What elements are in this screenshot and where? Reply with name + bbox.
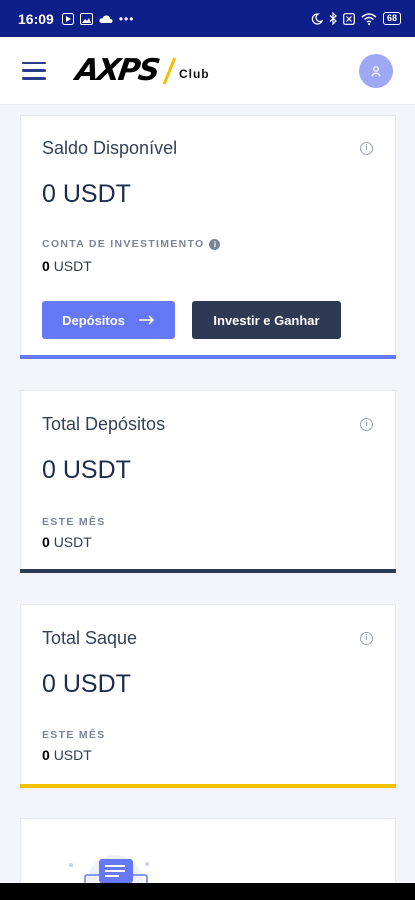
user-avatar[interactable] — [359, 53, 393, 88]
this-month-value: 0 USDT — [42, 534, 92, 550]
logo-text: AXPS — [73, 53, 161, 88]
image-icon — [79, 12, 93, 25]
balance-amount: 0 USDT — [42, 180, 131, 208]
deposits-button-label: Depósitos — [62, 312, 125, 328]
menu-icon[interactable] — [22, 61, 46, 80]
this-month-label: ESTE MÊS — [42, 516, 106, 528]
battery-icon: 68 — [382, 12, 401, 25]
withdrawals-amount: 0 USDT — [42, 670, 131, 698]
play-icon — [61, 12, 74, 25]
sublabel-text: ESTE MÊS — [42, 516, 106, 528]
investment-account-label: CONTA DE INVESTIMENTO i — [42, 238, 221, 250]
sub-value-number: 0 — [42, 258, 50, 274]
sublabel-text: CONTA DE INVESTIMENTO — [42, 238, 205, 250]
more-icon: ••• — [118, 11, 135, 26]
deposits-card: Total Depósitos i 0 USDT ESTE MÊS 0 USDT — [20, 390, 396, 573]
wifi-icon — [361, 12, 377, 25]
card-accent-bar — [20, 784, 396, 788]
card-title: Saldo Disponível — [42, 138, 178, 158]
deposits-amount: 0 USDT — [42, 456, 131, 484]
card-title: Total Saque — [42, 628, 138, 648]
system-nav-bar — [0, 883, 415, 900]
moon-icon — [311, 12, 323, 25]
deposits-button[interactable]: Depósitos — [42, 301, 175, 339]
no-sim-icon — [343, 12, 355, 25]
info-icon[interactable]: i — [360, 142, 373, 155]
invest-button-label: Investir e Ganhar — [213, 312, 320, 328]
logo-club: Club — [178, 66, 210, 81]
card-title: Total Depósitos — [42, 414, 166, 434]
info-icon[interactable]: i — [360, 632, 373, 645]
bluetooth-icon — [329, 12, 337, 25]
card-accent-bar — [20, 569, 396, 573]
sub-value-unit: USDT — [53, 258, 92, 274]
this-month-value: 0 USDT — [42, 747, 92, 763]
withdrawals-card: Total Saque i 0 USDT ESTE MÊS 0 USDT — [20, 604, 396, 788]
this-month-label: ESTE MÊS — [42, 729, 106, 741]
sub-value-unit: USDT — [53, 747, 92, 763]
logo-slash — [162, 56, 177, 85]
document-illustration-icon — [69, 855, 149, 885]
balance-card: Saldo Disponível i 0 USDT CONTA DE INVES… — [20, 115, 396, 359]
sub-value-number: 0 — [42, 747, 50, 763]
status-time: 16:09 — [18, 10, 54, 27]
brand-logo[interactable]: AXPS Club — [73, 53, 210, 88]
app-header: AXPS Club — [0, 37, 415, 105]
sub-value-unit: USDT — [53, 534, 92, 550]
arrow-right-icon — [138, 315, 155, 325]
info-icon[interactable]: i — [360, 418, 373, 431]
sublabel-text: ESTE MÊS — [42, 729, 106, 741]
card-accent-bar — [20, 355, 396, 359]
invest-button[interactable]: Investir e Ganhar — [192, 301, 341, 339]
info-icon[interactable]: i — [209, 238, 221, 250]
user-icon — [371, 65, 381, 76]
status-bar: 16:09 ••• 68 — [0, 0, 415, 37]
sub-value-number: 0 — [42, 534, 50, 550]
investment-account-value: 0 USDT — [42, 258, 92, 274]
cloud-icon — [99, 14, 113, 23]
